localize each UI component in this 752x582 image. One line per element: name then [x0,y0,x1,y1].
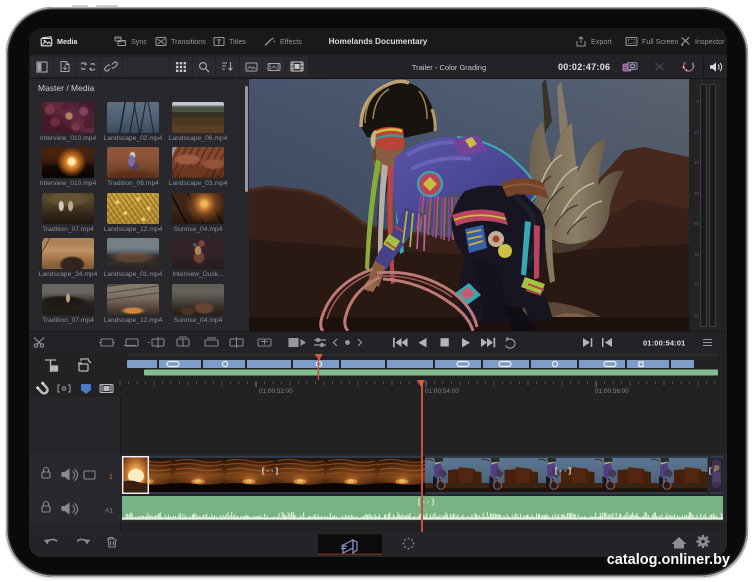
svg-text:1: 1 [109,474,113,481]
svg-text:01:00:54:00: 01:00:54:00 [425,388,459,395]
svg-text:01:00:52:00: 01:00:52:00 [259,388,293,395]
svg-text:A1: A1 [105,508,113,515]
svg-text:01:00:54:01: 01:00:54:01 [643,339,685,348]
svg-text:[··]: [··] [261,468,279,476]
svg-text:[·: [· [708,468,717,476]
svg-text:[··]: [··] [554,468,572,476]
svg-text:01:00:56:00: 01:00:56:00 [595,388,629,395]
